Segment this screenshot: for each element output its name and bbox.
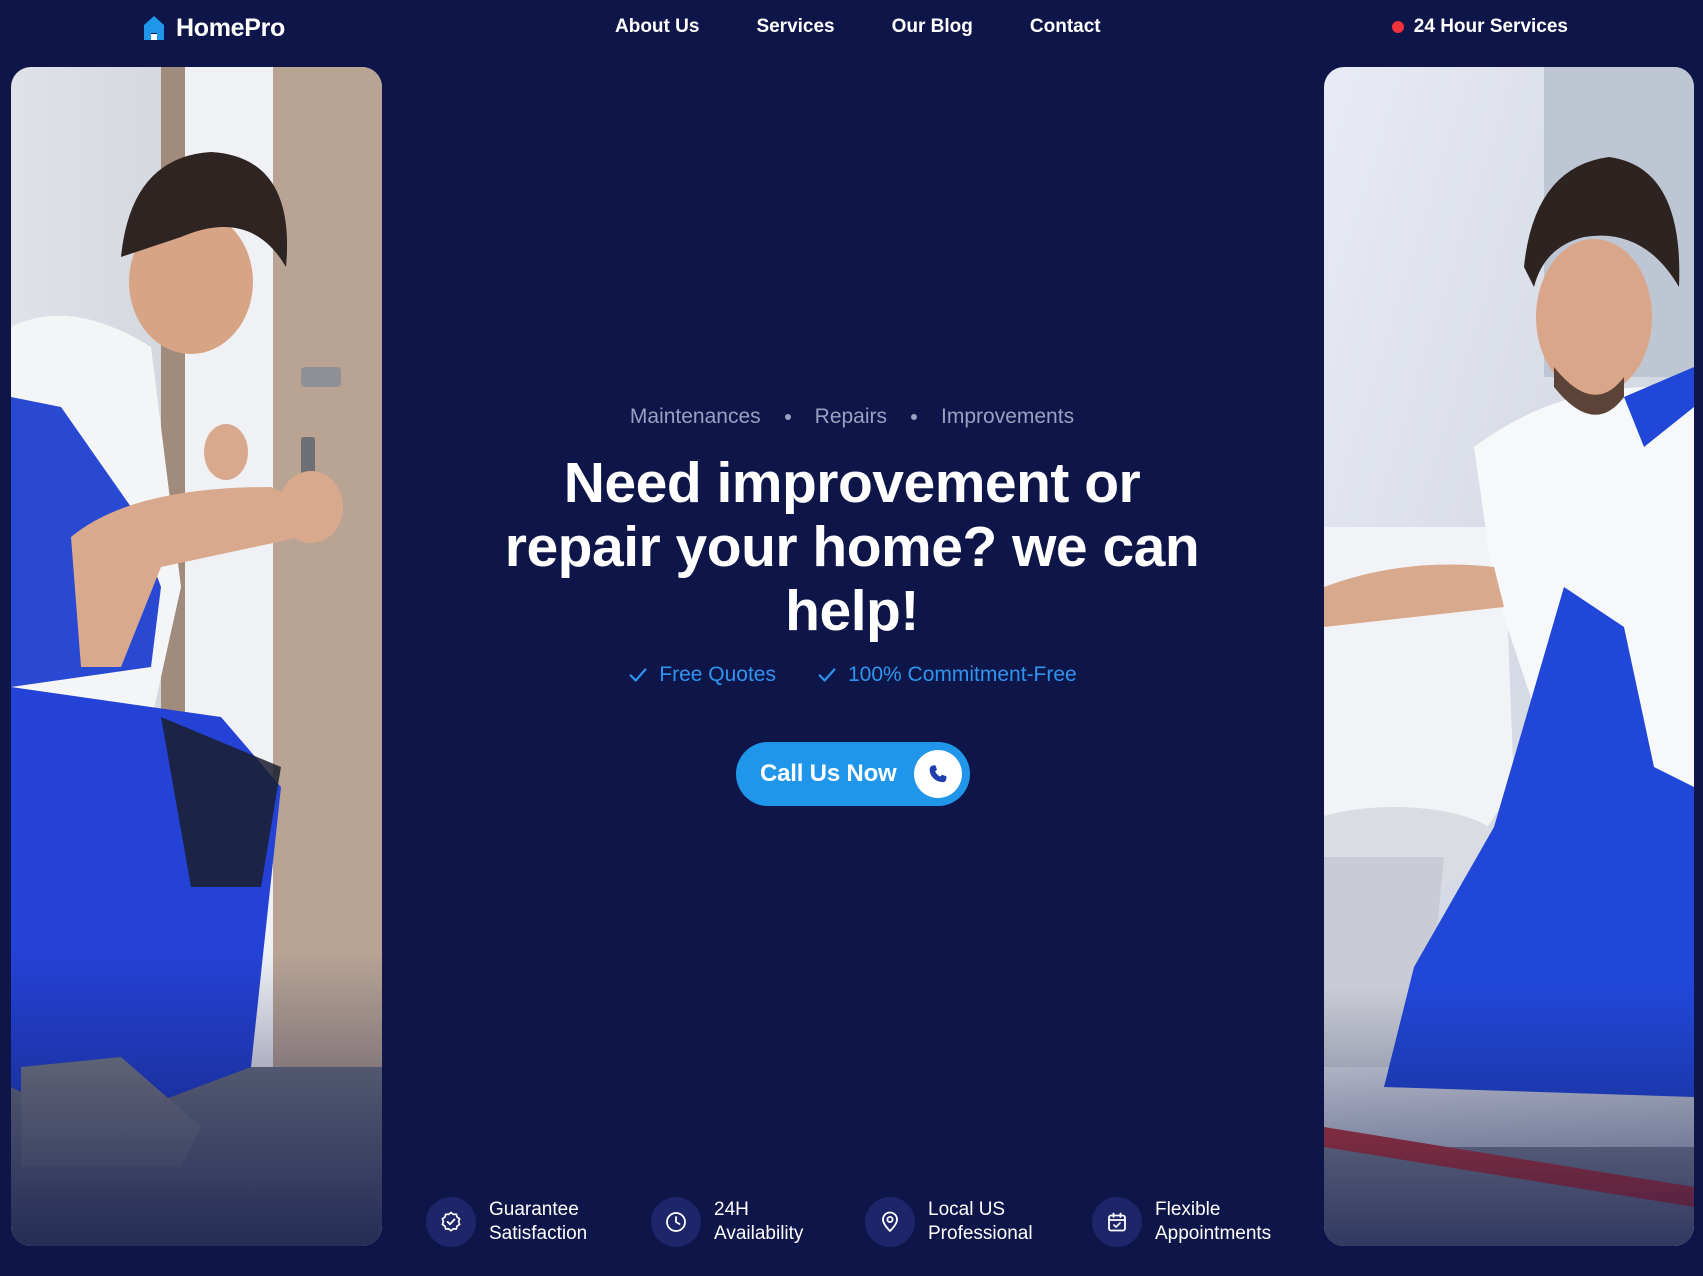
feature-flexible-appointments: Flexible Appointments bbox=[1092, 1197, 1271, 1247]
clock-icon bbox=[651, 1197, 701, 1247]
badge-check-icon bbox=[426, 1197, 476, 1247]
photo-technician-door bbox=[11, 67, 382, 1246]
house-icon bbox=[144, 16, 164, 40]
hero-section: Maintenances Repairs Improvements Need i… bbox=[420, 405, 1284, 687]
feature-line-2: Professional bbox=[928, 1223, 1033, 1244]
check-label: Free Quotes bbox=[659, 663, 776, 686]
bullet-separator bbox=[911, 414, 918, 420]
map-pin-icon bbox=[865, 1197, 915, 1247]
photo-plumber-toilet bbox=[1324, 67, 1694, 1246]
feature-availability: 24H Availability bbox=[651, 1197, 803, 1247]
hero-headline: Need improvement or repair your home? we… bbox=[420, 451, 1284, 643]
tagline-maintenances: Maintenances bbox=[629, 405, 761, 428]
feature-line-2: Appointments bbox=[1155, 1223, 1272, 1244]
feature-line-1: Guarantee bbox=[489, 1199, 579, 1220]
feature-strip: Guarantee Satisfaction 24H Availability … bbox=[0, 1197, 1703, 1249]
status-dot bbox=[1391, 21, 1404, 33]
main-nav: About Us Services Our Blog Contact bbox=[615, 16, 1101, 38]
check-icon bbox=[629, 668, 647, 682]
feature-line-1: Flexible bbox=[1155, 1199, 1221, 1220]
feature-line-2: Satisfaction bbox=[489, 1223, 588, 1244]
check-icon bbox=[818, 668, 836, 682]
headline-line-3: help! bbox=[785, 579, 919, 643]
nav-about-us[interactable]: About Us bbox=[615, 16, 699, 38]
calendar-icon bbox=[1092, 1197, 1142, 1247]
nav-contact[interactable]: Contact bbox=[1030, 16, 1101, 38]
feature-line-2: Availability bbox=[714, 1223, 804, 1244]
service-tagline: Maintenances Repairs Improvements bbox=[420, 405, 1284, 429]
tagline-improvements: Improvements bbox=[941, 405, 1075, 428]
benefit-checks: Free Quotes 100% Commitment-Free bbox=[420, 663, 1284, 687]
hours-status[interactable]: 24 Hour Services bbox=[1391, 16, 1568, 38]
brand-logo[interactable]: HomePro bbox=[142, 14, 285, 42]
feature-guarantee: Guarantee Satisfaction bbox=[426, 1197, 587, 1247]
check-commitment-free: 100% Commitment-Free bbox=[816, 663, 1077, 687]
feature-local-professional: Local US Professional bbox=[865, 1197, 1033, 1247]
check-label: 100% Commitment-Free bbox=[848, 663, 1077, 686]
feature-line-1: 24H bbox=[714, 1199, 749, 1220]
brand-name: HomePro bbox=[176, 13, 286, 42]
headline-line-2: repair your home? we can bbox=[504, 515, 1200, 579]
nav-our-blog[interactable]: Our Blog bbox=[892, 16, 973, 38]
hours-label: 24 Hour Services bbox=[1413, 16, 1568, 37]
call-us-now-button[interactable]: Call Us Now bbox=[736, 742, 970, 806]
bullet-separator bbox=[784, 414, 791, 420]
cta-label: Call Us Now bbox=[760, 760, 897, 787]
phone-icon bbox=[914, 750, 962, 798]
check-free-quotes: Free Quotes bbox=[627, 663, 776, 687]
tagline-repairs: Repairs bbox=[814, 405, 888, 428]
page: HomePro About Us Services Our Blog Conta… bbox=[0, 0, 1703, 1276]
headline-line-1: Need improvement or bbox=[563, 451, 1141, 515]
nav-services[interactable]: Services bbox=[756, 16, 834, 38]
feature-line-1: Local US bbox=[928, 1199, 1006, 1220]
